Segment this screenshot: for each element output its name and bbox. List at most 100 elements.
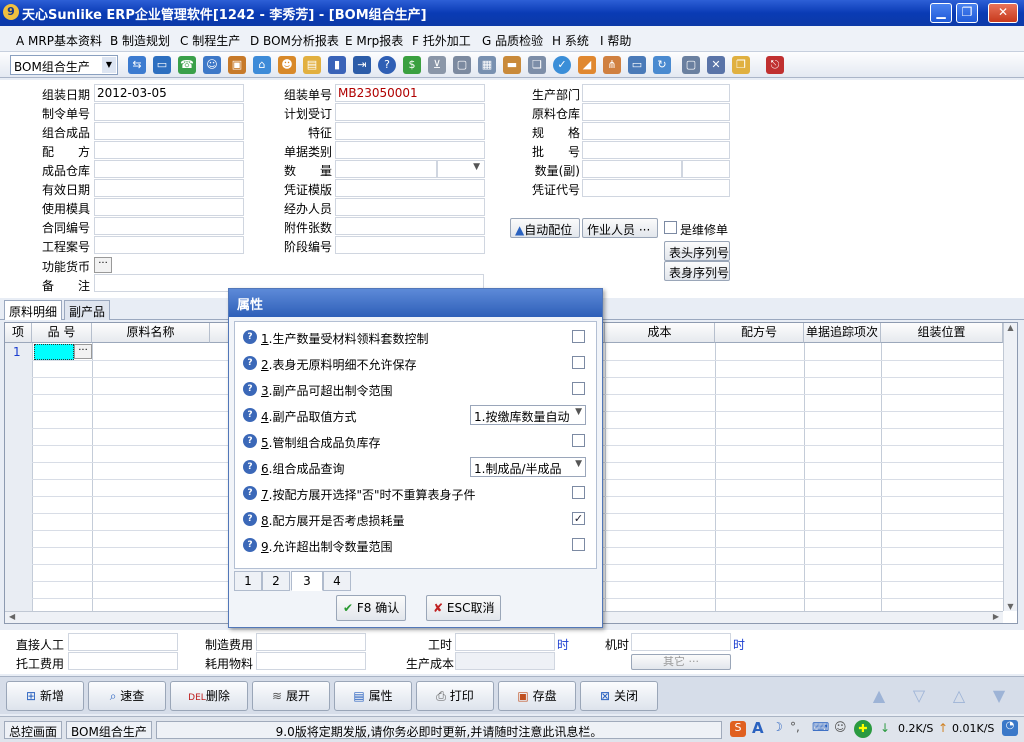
planned-order-field[interactable] [335, 103, 485, 121]
col-tracking[interactable]: 单据追踪项次 [804, 323, 881, 343]
direct-labor-field[interactable] [68, 633, 178, 651]
screen-icon[interactable]: ▭ [628, 56, 646, 74]
property-checkbox-5[interactable] [572, 434, 585, 447]
body-serial-button[interactable]: 表身序列号 [664, 261, 730, 281]
cart-icon[interactable]: ⊻ [428, 56, 446, 74]
help-icon[interactable]: ? [243, 434, 257, 448]
punctuation-icon[interactable]: °, [790, 720, 800, 734]
project-no-field[interactable] [94, 236, 244, 254]
menu-mrp-reports[interactable]: E Mrp报表 [345, 32, 403, 49]
outsourcing-cost-field[interactable] [68, 652, 178, 670]
minimize-button[interactable]: ▁ [930, 3, 952, 23]
arrow-icon[interactable]: ⇥ [353, 56, 371, 74]
part-lookup-button[interactable]: ··· [74, 344, 92, 359]
workers-button[interactable]: 作业人员 ··· [582, 218, 658, 238]
contract-no-field[interactable] [94, 217, 244, 235]
product-warehouse-field[interactable] [94, 160, 244, 178]
menu-outsourcing[interactable]: F 托外加工 [412, 32, 471, 49]
help-icon[interactable]: ? [243, 512, 257, 526]
scroll-left-icon[interactable]: ◀ [9, 612, 15, 621]
restore-button[interactable]: ❐ [956, 3, 978, 23]
machine-hours-field[interactable] [631, 633, 731, 651]
material-usage-field[interactable] [256, 652, 366, 670]
vertical-scrollbar[interactable]: ▲ ▼ [1003, 323, 1017, 611]
first-record-icon[interactable]: ▲ [866, 685, 892, 707]
byproduct-mode-select[interactable]: 1.按缴库数量自动 ▼ [470, 405, 586, 425]
property-checkbox-2[interactable] [572, 356, 585, 369]
bookmark-icon[interactable]: ▮ [328, 56, 346, 74]
confirm-button[interactable]: ✔ F8 确认 [336, 595, 407, 621]
material-warehouse-field[interactable] [582, 103, 730, 121]
page-tab-3[interactable]: 3 [291, 571, 323, 591]
menu-process-production[interactable]: C 制程生产 [180, 32, 240, 49]
quantity-sub-field[interactable] [582, 160, 682, 178]
keyboard-icon[interactable]: ⌨ [812, 720, 829, 734]
page-tab-2[interactable]: 2 [262, 571, 290, 591]
product-query-select[interactable]: 1.制成品/半成品 ▼ [470, 457, 586, 477]
expand-button[interactable]: ≋ 展开 [252, 681, 330, 711]
mold-field[interactable] [94, 198, 244, 216]
page-tab-4[interactable]: 4 [323, 571, 351, 591]
tab-byproducts[interactable]: 副产品 [64, 300, 111, 320]
help-icon[interactable]: ? [243, 408, 257, 422]
refresh-icon[interactable]: ↻ [653, 56, 671, 74]
box-icon[interactable]: ▬ [503, 56, 521, 74]
col-material-name[interactable]: 原料名称 [92, 323, 210, 343]
scroll-down-icon[interactable]: ▼ [1004, 602, 1017, 611]
user-icon[interactable]: ☺ [834, 720, 847, 734]
cancel-button[interactable]: ✘ ESC取消 [426, 595, 502, 621]
monitor-icon[interactable]: ▭ [153, 56, 171, 74]
people-icon[interactable]: ☻ [278, 56, 296, 74]
order-no-field[interactable] [94, 103, 244, 121]
quick-search-button[interactable]: ⌕ 速查 [88, 681, 166, 711]
auto-allocate-button[interactable]: ▲自动配位 [510, 218, 580, 238]
property-checkbox-8[interactable]: ✓ [572, 512, 585, 525]
moon-icon[interactable]: ☽ [772, 720, 783, 734]
module-selector[interactable]: BOM组合生产 ▼ [10, 55, 118, 75]
copy-icon[interactable]: ❏ [528, 56, 546, 74]
dollar-icon[interactable]: $ [403, 56, 421, 74]
attachments-field[interactable] [335, 217, 485, 235]
user-icon[interactable]: ☺ [203, 56, 221, 74]
close-window-button[interactable]: ✕ [988, 3, 1018, 23]
folder-icon[interactable]: ▤ [303, 56, 321, 74]
print-button[interactable]: ⎙ 打印 [416, 681, 494, 711]
menu-mrp-basic[interactable]: A MRP基本资料 [16, 32, 102, 49]
col-part-no[interactable]: 品 号 [32, 323, 92, 343]
valid-date-field[interactable] [94, 179, 244, 197]
menu-manufacturing-plan[interactable]: B 制造规划 [110, 32, 170, 49]
menu-quality[interactable]: G 品质检验 [482, 32, 543, 49]
help-icon[interactable]: ? [243, 460, 257, 474]
input-method-icon[interactable]: S [730, 721, 746, 737]
properties-button[interactable]: ▤ 属性 [334, 681, 412, 711]
property-checkbox-7[interactable] [572, 486, 585, 499]
unit-select[interactable]: ▼ [437, 160, 485, 178]
voucher-template-field[interactable] [335, 179, 485, 197]
close-icon[interactable]: ✕ [707, 56, 725, 74]
assembly-date-field[interactable]: 2012-03-05 [94, 84, 244, 102]
work-hours-field[interactable] [455, 633, 555, 651]
col-cost[interactable]: 成本 [605, 323, 715, 343]
check-circle-icon[interactable]: ✓ [553, 56, 571, 74]
currency-lookup-button[interactable]: ··· [94, 257, 112, 273]
stage-no-field[interactable] [335, 236, 485, 254]
voucher-code-field[interactable] [582, 179, 730, 197]
spec-field[interactable] [582, 122, 730, 140]
department-field[interactable] [582, 84, 730, 102]
delete-button[interactable]: DEL删除 [170, 681, 248, 711]
col-formula-no[interactable]: 配方号 [715, 323, 804, 343]
grid-icon[interactable]: ▦ [478, 56, 496, 74]
menu-bom-reports[interactable]: D BOM分析报表 [250, 32, 339, 49]
close-button[interactable]: ⊠ 关闭 [580, 681, 658, 711]
status-home[interactable]: 总控画面 [4, 721, 62, 739]
alert-icon[interactable]: ◢ [578, 56, 596, 74]
font-icon[interactable]: A [752, 719, 764, 737]
window-icon[interactable]: ▢ [682, 56, 700, 74]
exit-icon[interactable]: ⎋ [766, 56, 784, 74]
next-record-icon[interactable]: △ [946, 685, 972, 707]
head-serial-button[interactable]: 表头序列号 [664, 241, 730, 261]
help-icon[interactable]: ? [243, 356, 257, 370]
hierarchy-icon[interactable]: ⋔ [603, 56, 621, 74]
menu-system[interactable]: H 系统 [552, 32, 589, 49]
col-position[interactable]: 组装位置 [881, 323, 1003, 343]
